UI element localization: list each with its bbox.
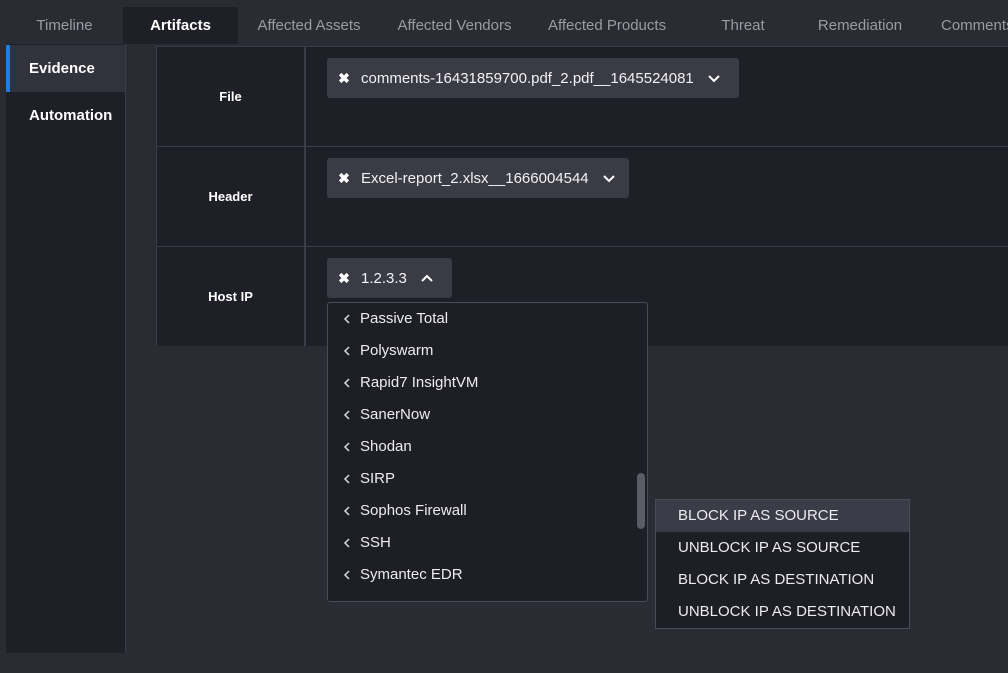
list-item-label: SanerNow bbox=[360, 406, 431, 423]
dropdown-scrollbar[interactable] bbox=[637, 473, 645, 529]
row-label: File bbox=[156, 47, 306, 146]
tab-artifacts[interactable]: Artifacts bbox=[123, 7, 238, 44]
close-icon[interactable]: ✖ bbox=[337, 70, 351, 87]
tab-comments[interactable]: Comments bbox=[925, 7, 1008, 44]
close-icon[interactable]: ✖ bbox=[337, 270, 351, 287]
list-item[interactable]: Symantec EDR bbox=[328, 559, 628, 591]
chevron-left-icon bbox=[343, 410, 350, 420]
action-submenu: BLOCK IP AS SOURCE UNBLOCK IP AS SOURCE … bbox=[655, 499, 910, 629]
chevron-left-icon bbox=[343, 506, 350, 516]
artifact-chip-file[interactable]: ✖ comments-16431859700.pdf_2.pdf__164552… bbox=[327, 58, 739, 98]
tab-affected-products[interactable]: Affected Products bbox=[533, 7, 681, 44]
list-item-label: Symantec EDR bbox=[360, 566, 463, 583]
tab-bar: Timeline Artifacts Affected Assets Affec… bbox=[0, 0, 1008, 44]
list-item-label: SIRP bbox=[360, 470, 396, 487]
list-item-label: Passive Total bbox=[360, 310, 449, 327]
list-item[interactable]: Passive Total bbox=[328, 303, 628, 335]
chevron-down-icon[interactable] bbox=[601, 170, 617, 186]
list-item-label: SSH bbox=[360, 534, 391, 551]
menu-item-block-ip-source[interactable]: BLOCK IP AS SOURCE bbox=[656, 500, 909, 532]
list-item[interactable]: SIRP bbox=[328, 463, 628, 495]
list-item[interactable]: SanerNow bbox=[328, 399, 628, 431]
menu-item-unblock-ip-source[interactable]: UNBLOCK IP AS SOURCE bbox=[656, 532, 909, 564]
chevron-left-icon bbox=[343, 474, 350, 484]
integration-dropdown[interactable]: Passive Total Polyswarm Rapid7 InsightVM… bbox=[327, 302, 648, 602]
menu-item-block-ip-destination[interactable]: BLOCK IP AS DESTINATION bbox=[656, 564, 909, 596]
chevron-left-icon bbox=[343, 442, 350, 452]
chip-label: Excel-report_2.xlsx__1666004544 bbox=[361, 169, 589, 187]
tab-timeline[interactable]: Timeline bbox=[6, 7, 123, 44]
close-icon[interactable]: ✖ bbox=[337, 170, 351, 187]
chip-label: comments-16431859700.pdf_2.pdf__16455240… bbox=[361, 69, 694, 87]
list-item[interactable]: Shodan bbox=[328, 431, 628, 463]
list-item[interactable]: Polyswarm bbox=[328, 335, 628, 367]
tab-remediation[interactable]: Remediation bbox=[805, 7, 915, 44]
chevron-left-icon bbox=[343, 346, 350, 356]
nav-item-automation[interactable]: Automation bbox=[6, 92, 126, 139]
tab-threat[interactable]: Threat bbox=[700, 7, 786, 44]
chevron-left-icon bbox=[343, 378, 350, 388]
chevron-left-icon bbox=[343, 570, 350, 580]
list-item-label: Sophos Firewall bbox=[360, 502, 467, 519]
list-item-label: Rapid7 InsightVM bbox=[360, 374, 479, 391]
artifact-chip-header[interactable]: ✖ Excel-report_2.xlsx__1666004544 bbox=[327, 158, 629, 198]
chevron-up-icon[interactable] bbox=[419, 270, 435, 286]
artifact-chip-host-ip[interactable]: ✖ 1.2.3.3 bbox=[327, 258, 452, 298]
list-item-label: Polyswarm bbox=[360, 342, 434, 359]
chevron-left-icon bbox=[343, 538, 350, 548]
menu-item-unblock-ip-destination[interactable]: UNBLOCK IP AS DESTINATION bbox=[656, 596, 909, 628]
list-item[interactable]: SSH bbox=[328, 527, 628, 559]
nav-item-evidence[interactable]: Evidence bbox=[6, 45, 126, 92]
list-item[interactable]: Sophos Firewall bbox=[328, 495, 628, 527]
tab-affected-vendors[interactable]: Affected Vendors bbox=[383, 7, 526, 44]
row-label: Host IP bbox=[156, 247, 306, 346]
list-item-label: Shodan bbox=[360, 438, 412, 455]
row-label: Header bbox=[156, 147, 306, 246]
list-item[interactable]: Rapid7 InsightVM bbox=[328, 367, 628, 399]
tab-affected-assets[interactable]: Affected Assets bbox=[242, 7, 376, 44]
chevron-down-icon[interactable] bbox=[706, 70, 722, 86]
chip-label: 1.2.3.3 bbox=[361, 269, 407, 287]
left-nav: Evidence Automation bbox=[6, 44, 126, 653]
chevron-left-icon bbox=[343, 314, 350, 324]
